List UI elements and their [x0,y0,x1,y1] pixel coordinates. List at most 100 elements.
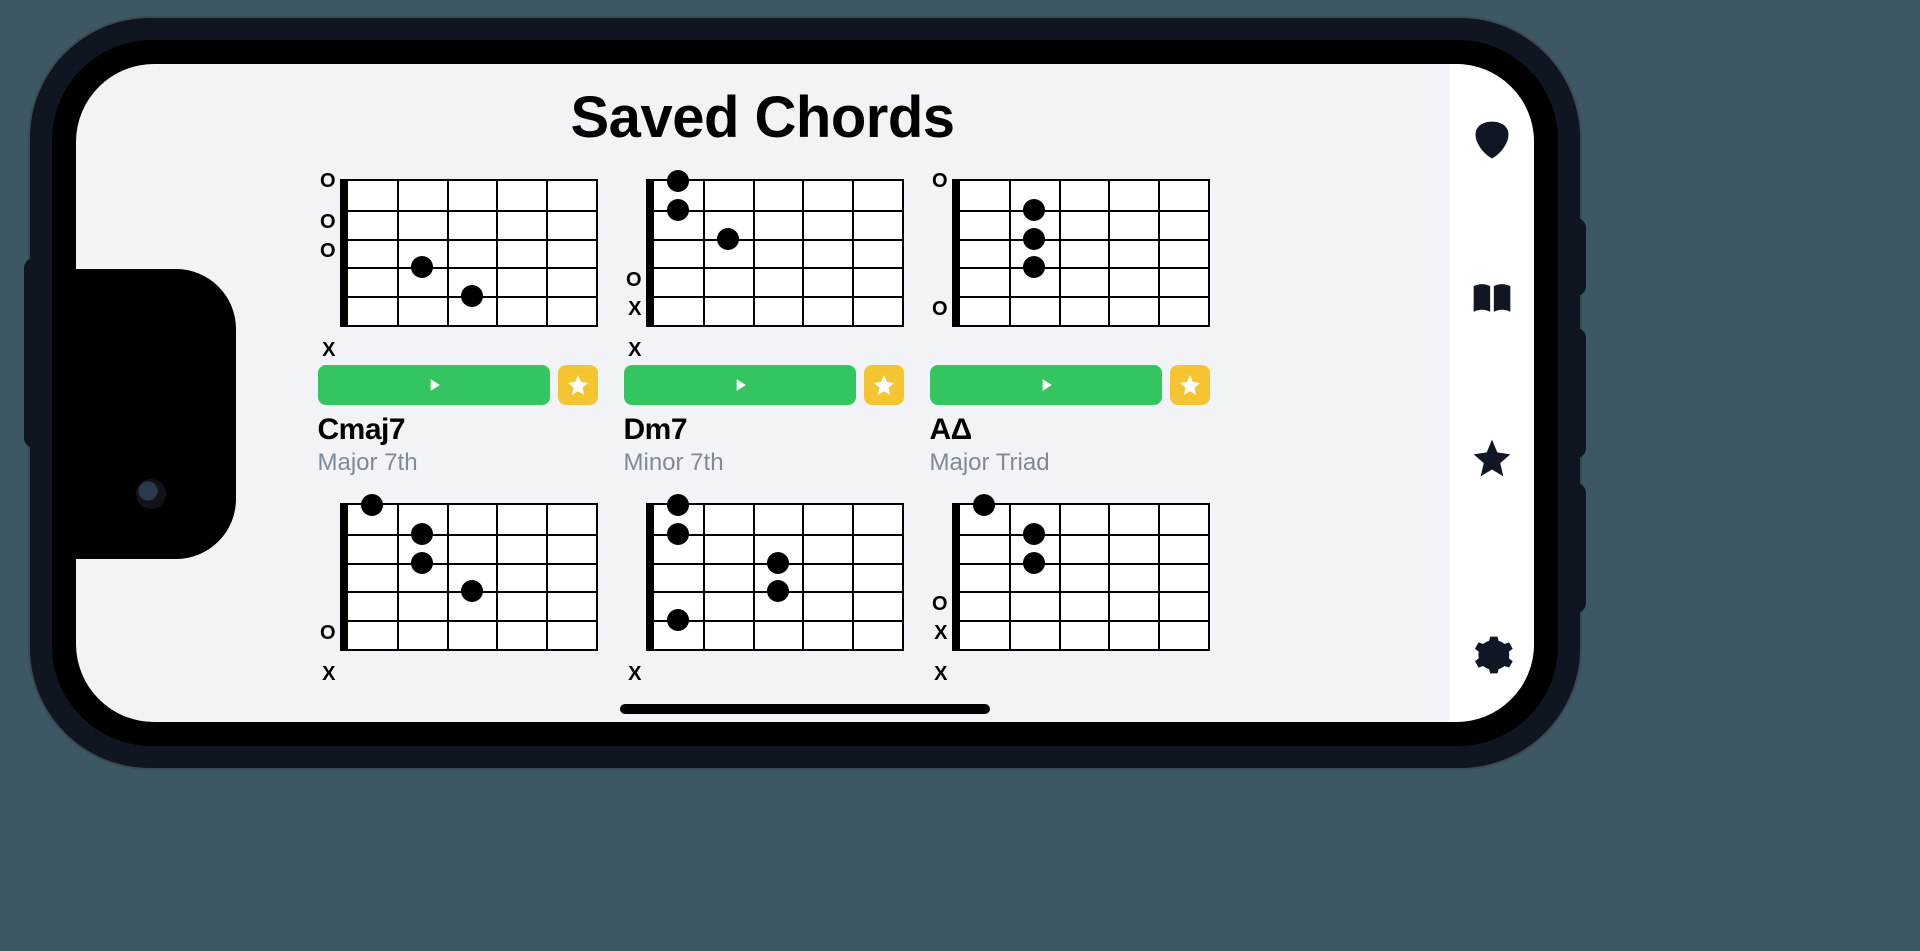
finger-dot [1023,228,1045,250]
nav-library[interactable] [1470,277,1514,326]
open-mute-mark [624,619,646,648]
fretboard [340,179,598,327]
chord-card[interactable]: OXX Dm7Minor 7th [624,179,904,477]
page-title: Saved Chords [76,84,1449,151]
open-mute-marks: X [624,503,646,677]
open-mute-mark: X [624,660,646,689]
open-mute-marks: OXX [624,179,646,353]
open-mute-mark: X [318,660,340,689]
star-icon [566,373,590,397]
chord-diagram: OOOX [318,179,598,353]
finger-dot [667,494,689,516]
favorite-button[interactable] [558,365,598,405]
open-mute-mark [624,590,646,619]
open-mute-mark: X [930,660,952,689]
open-mute-mark: O [318,619,340,648]
open-mute-mark [930,266,952,295]
open-mute-mark [624,561,646,590]
finger-dot [1023,523,1045,545]
open-mute-mark [624,491,646,520]
fretboard [952,179,1210,327]
open-mute-marks: OX [318,503,340,677]
finger-dot [1023,199,1045,221]
favorite-button[interactable] [1170,365,1210,405]
open-mute-mark [624,532,646,561]
chord-card[interactable]: X [624,503,904,677]
chord-name: AΔ [930,413,1210,447]
chord-actions [624,365,904,405]
play-icon [730,375,750,395]
finger-dot [767,552,789,574]
finger-dot [361,494,383,516]
home-indicator[interactable] [620,704,990,714]
open-mute-mark [318,561,340,590]
open-mute-mark: X [930,619,952,648]
play-button[interactable] [930,365,1162,405]
fretboard [340,503,598,651]
chord-card[interactable]: OXX [930,503,1210,677]
phone-frame: Saved Chords OOOXCmaj7Major 7thOXXDm7Min… [30,18,1580,768]
open-mute-mark: X [624,295,646,324]
star-icon [872,373,896,397]
play-icon [424,375,444,395]
finger-dot [411,256,433,278]
finger-dot [667,199,689,221]
open-mute-mark [318,266,340,295]
finger-dot [461,285,483,307]
nav-settings[interactable] [1470,633,1514,682]
play-button[interactable] [624,365,856,405]
chord-card[interactable]: OX [318,503,598,677]
finger-dot [461,580,483,602]
chord-name: Cmaj7 [318,413,598,447]
chord-diagram: OX [318,503,598,677]
open-mute-mark [930,336,952,365]
open-mute-mark: O [318,208,340,237]
pick-icon [1470,118,1514,162]
chord-actions [318,365,598,405]
open-mute-mark: O [930,590,952,619]
phone-bezel: Saved Chords OOOXCmaj7Major 7thOXXDm7Min… [52,40,1558,746]
finger-dot [411,523,433,545]
finger-dot [717,228,739,250]
open-mute-mark [930,237,952,266]
open-mute-mark: X [624,336,646,365]
open-mute-mark: O [930,167,952,196]
finger-dot [667,170,689,192]
nav-saved[interactable] [1470,436,1514,485]
open-mute-mark [318,491,340,520]
chord-card[interactable]: OOAΔMajor Triad [930,179,1210,477]
open-mute-mark: X [318,336,340,365]
nav-pick[interactable] [1470,118,1514,167]
main-content: Saved Chords OOOXCmaj7Major 7thOXXDm7Min… [76,64,1449,722]
finger-dot [667,523,689,545]
finger-dot [1023,256,1045,278]
finger-dot [411,552,433,574]
chord-diagram: OXX [624,179,904,353]
phone-side-switch [24,258,38,448]
open-mute-mark [930,561,952,590]
sidebar [1449,64,1534,722]
chord-type: Minor 7th [624,449,904,477]
favorite-button[interactable] [864,365,904,405]
play-icon [1036,375,1056,395]
chord-card[interactable]: OOOX Cmaj7Major 7th [318,179,598,477]
open-mute-marks: OOOX [318,179,340,353]
play-button[interactable] [318,365,550,405]
chord-name: Dm7 [624,413,904,447]
open-mute-mark [318,590,340,619]
open-mute-marks: OXX [930,503,952,677]
star-icon [1470,436,1514,480]
phone-volume-down [1572,483,1586,613]
fretboard [646,179,904,327]
book-icon [1470,277,1514,321]
open-mute-mark [930,208,952,237]
open-mute-marks: OO [930,179,952,353]
gear-icon [1470,633,1514,677]
screen: Saved Chords OOOXCmaj7Major 7thOXXDm7Min… [76,64,1534,722]
open-mute-mark: O [318,237,340,266]
open-mute-mark [624,237,646,266]
chord-actions [930,365,1210,405]
chord-type: Major 7th [318,449,598,477]
finger-dot [1023,552,1045,574]
open-mute-mark [930,491,952,520]
